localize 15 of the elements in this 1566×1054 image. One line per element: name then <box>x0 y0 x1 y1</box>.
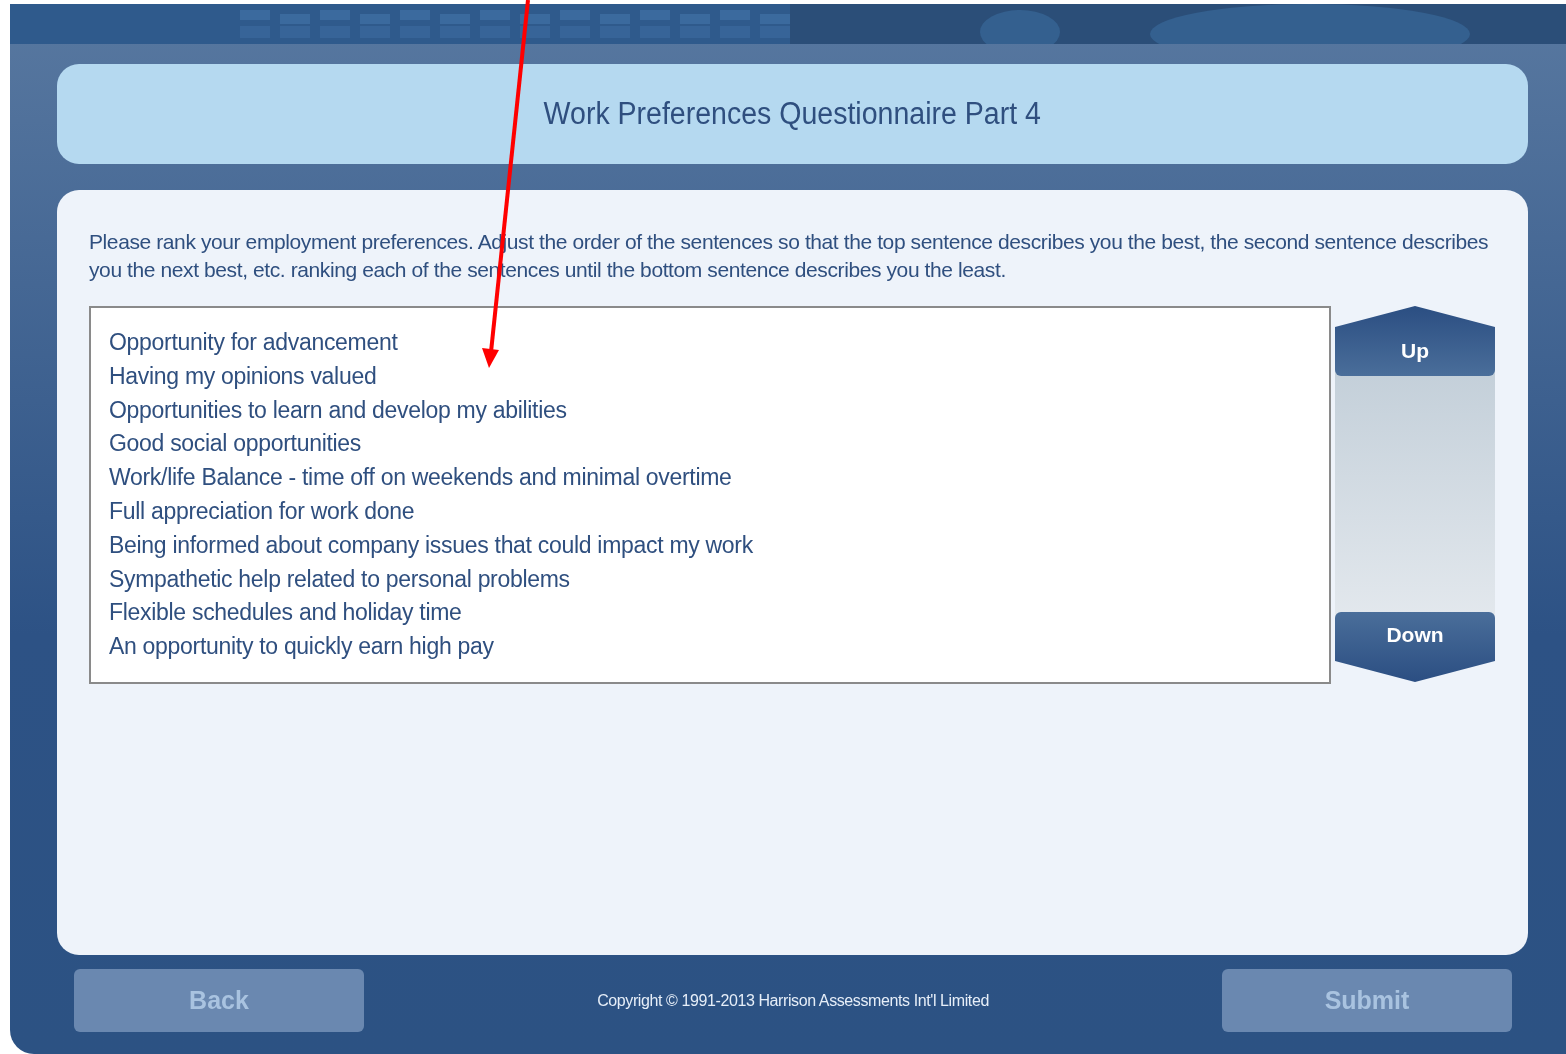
ranking-item[interactable]: Sympathetic help related to personal problems <box>109 562 1311 597</box>
down-button[interactable]: Down <box>1335 612 1495 682</box>
ranking-item[interactable]: Good social opportunities <box>109 427 1311 462</box>
ranking-list[interactable] <box>89 306 1331 684</box>
up-button[interactable]: Up <box>1335 306 1495 376</box>
ranking-item[interactable]: Flexible schedules and holiday time <box>109 596 1311 631</box>
ranking-item[interactable]: Being informed about company issues that could impact my work <box>109 528 1311 563</box>
ranking-item[interactable]: Opportunities to learn and develop my abilities <box>109 393 1311 428</box>
page-title: Work Preferences Questionnaire Part 4 <box>543 96 1042 132</box>
ranking-item[interactable]: Work/life Balance - time off on weekends and minimal overtime <box>109 461 1311 495</box>
ranking-item[interactable]: Having my opinions valued <box>109 359 1311 394</box>
ranking-item[interactable]: Opportunity for advancement <box>109 326 1311 360</box>
ranking-item[interactable]: An opportunity to quickly earn high pay <box>109 630 1311 664</box>
ranking-item[interactable]: Full appreciation for work done <box>109 495 1311 529</box>
copyright-text: Copyright © 1991-2013 Harrison Assessments Int'l Limited <box>597 991 989 1010</box>
